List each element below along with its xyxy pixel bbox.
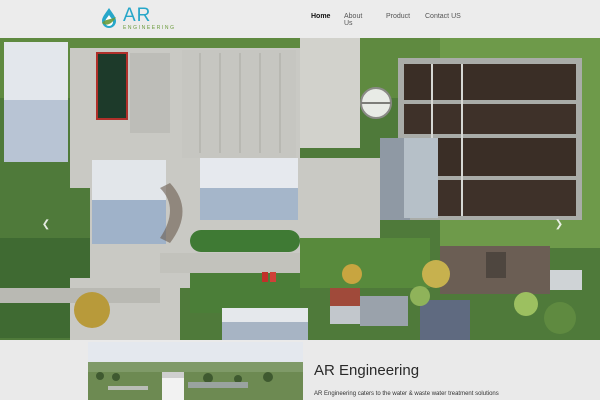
site-header: AR ENGINEERING Home About Us Product Con… xyxy=(0,0,600,38)
water-drop-logo-icon xyxy=(102,8,116,28)
logo-tagline: ENGINEERING xyxy=(123,24,176,31)
logo[interactable]: AR ENGINEERING xyxy=(98,6,176,30)
nav-about-us[interactable]: About Us xyxy=(344,13,362,27)
chevron-left-icon[interactable]: ❮ xyxy=(40,217,52,233)
about-title: AR Engineering xyxy=(314,362,420,379)
about-section: AR Engineering AR Engineering caters to … xyxy=(0,340,600,400)
logo-name: AR xyxy=(123,4,152,26)
about-description: AR Engineering caters to the water & was… xyxy=(314,391,499,397)
nav-contact-us[interactable]: Contact US xyxy=(425,13,461,20)
facility-thumbnail xyxy=(88,342,303,400)
nav-home[interactable]: Home xyxy=(311,13,330,20)
hero-slider: ❮ ❯ xyxy=(0,38,600,340)
chevron-right-icon[interactable]: ❯ xyxy=(553,217,565,233)
hero-aerial-image xyxy=(0,38,600,340)
nav-product[interactable]: Product xyxy=(386,13,410,20)
